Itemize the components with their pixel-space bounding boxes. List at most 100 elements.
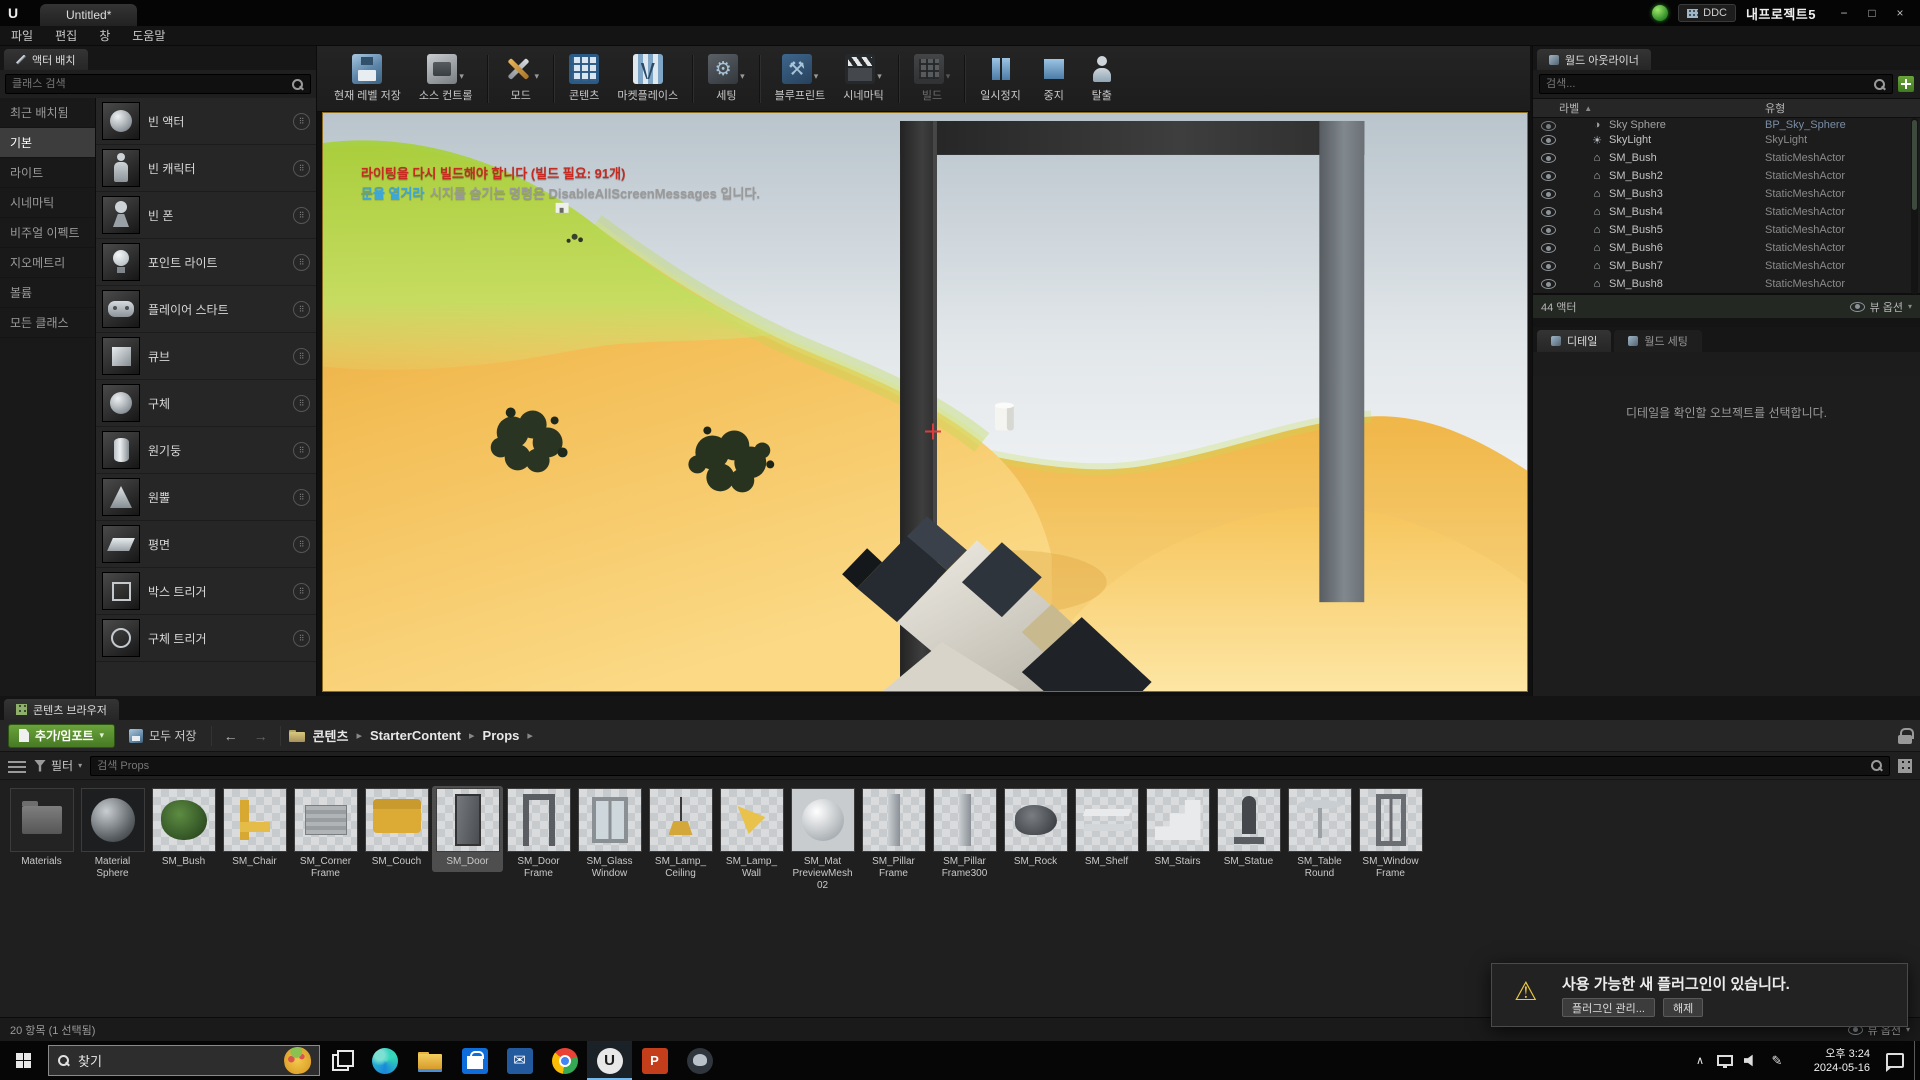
tray-pen-icon[interactable]: ✎	[1764, 1041, 1790, 1080]
visibility-eye-icon[interactable]	[1541, 279, 1556, 289]
class-search-box[interactable]	[5, 74, 311, 94]
manage-plugins-button[interactable]: 플러그인 관리...	[1562, 998, 1655, 1017]
place-actor-item[interactable]: 평면 ⠿	[96, 521, 316, 568]
maximize-button[interactable]: □	[1858, 2, 1886, 24]
outliner-row[interactable]: ⌂ SM_Bush6 StaticMeshActor	[1533, 239, 1920, 257]
sources-panel-toggle-icon[interactable]	[8, 759, 26, 773]
asset-item[interactable]: SM_Rock	[1000, 786, 1071, 872]
game-viewport[interactable]: 라이팅을 다시 빌드해야 합니다 (빌드 필요: 91개) 문을 열거라 시지를…	[322, 112, 1528, 692]
asset-item[interactable]: SM_Table Round	[1284, 786, 1355, 884]
place-category[interactable]: 비주얼 이펙트	[0, 218, 95, 248]
place-actor-item[interactable]: 빈 캐릭터 ⠿	[96, 145, 316, 192]
outliner-row[interactable]: ⌂ SM_Bush5 StaticMeshActor	[1533, 221, 1920, 239]
visibility-eye-icon[interactable]	[1541, 207, 1556, 217]
taskbar-app-chrome[interactable]	[542, 1041, 587, 1080]
menu-item[interactable]: 파일	[0, 26, 44, 46]
place-actor-item[interactable]: 포인트 라이트 ⠿	[96, 239, 316, 286]
taskbar-app-github[interactable]	[677, 1041, 722, 1080]
outliner-row[interactable]: ◑ Sky Sphere BP_Sky_Sphere	[1533, 118, 1920, 131]
asset-item[interactable]: SM_Statue	[1213, 786, 1284, 872]
outliner-row[interactable]: ⌂ SM_Bush StaticMeshActor	[1533, 149, 1920, 167]
taskbar-app-mail[interactable]: ✉	[497, 1041, 542, 1080]
outliner-search-box[interactable]	[1539, 74, 1893, 94]
asset-item[interactable]: SM_Corner Frame	[290, 786, 361, 884]
outliner-row[interactable]: ⌂ SM_Bush8 StaticMeshActor	[1533, 275, 1920, 293]
lock-icon[interactable]	[1898, 728, 1912, 744]
toolbar-button[interactable]: ⚙ ▾ 세팅	[699, 50, 754, 107]
place-actor-item[interactable]: 빈 액터 ⠿	[96, 98, 316, 145]
place-actor-item[interactable]: 원기둥 ⠿	[96, 427, 316, 474]
outliner-row[interactable]: ⌂ SM_Bush4 StaticMeshActor	[1533, 203, 1920, 221]
tab-details[interactable]: 디테일	[1537, 330, 1611, 352]
visibility-eye-icon[interactable]	[1541, 261, 1556, 271]
visibility-eye-icon[interactable]	[1541, 189, 1556, 199]
place-category[interactable]: 볼륨	[0, 278, 95, 308]
asset-item[interactable]: SM_Lamp_ Ceiling	[645, 786, 716, 884]
task-view-button[interactable]	[320, 1041, 362, 1080]
place-actor-item[interactable]: 구체 ⠿	[96, 380, 316, 427]
menu-item[interactable]: 도움말	[121, 26, 176, 46]
taskbar-app-store[interactable]	[452, 1041, 497, 1080]
view-type-icon[interactable]	[1898, 759, 1912, 773]
outliner-search-input[interactable]	[1546, 78, 1873, 90]
level-tab[interactable]: Untitled*	[40, 4, 137, 26]
ddc-button[interactable]: DDC	[1678, 4, 1736, 22]
taskbar-search-box[interactable]: 찾기	[48, 1045, 320, 1076]
asset-item[interactable]: SM_Mat PreviewMesh 02	[787, 786, 858, 896]
tray-volume-icon[interactable]	[1738, 1041, 1764, 1080]
asset-item[interactable]: SM_Lamp_ Wall	[716, 786, 787, 884]
breadcrumb-root[interactable]: 콘텐츠	[313, 726, 349, 745]
place-category[interactable]: 최근 배치됨	[0, 98, 95, 128]
outliner-column-header[interactable]: 라벨▲ 유형	[1533, 98, 1920, 118]
tray-display-icon[interactable]	[1712, 1041, 1738, 1080]
toolbar-button[interactable]: ▾ 빌드	[905, 50, 960, 107]
breadcrumb-startercontent[interactable]: StarterContent	[370, 728, 461, 743]
toolbar-button[interactable]: 마켓플레이스	[608, 50, 687, 107]
back-button[interactable]: ←	[220, 728, 242, 744]
outliner-view-options[interactable]: 뷰 옵션 ▾	[1850, 299, 1912, 315]
taskbar-app-unreal-editor[interactable]: U	[587, 1041, 632, 1080]
taskbar-app-edge[interactable]	[362, 1041, 407, 1080]
place-actor-item[interactable]: 큐브 ⠿	[96, 333, 316, 380]
place-actor-item[interactable]: 원뿔 ⠿	[96, 474, 316, 521]
outliner-row[interactable]: ☀ SkyLight SkyLight	[1533, 131, 1920, 149]
asset-item[interactable]: SM_Door Frame	[503, 786, 574, 884]
asset-item[interactable]: SM_Stairs	[1142, 786, 1213, 872]
asset-item[interactable]: SM_Chair	[219, 786, 290, 872]
save-all-button[interactable]: 모두 저장	[123, 727, 203, 744]
class-search-input[interactable]	[12, 78, 291, 90]
dismiss-button[interactable]: 해제	[1663, 998, 1703, 1017]
toolbar-button[interactable]: ▾ 시네마틱	[834, 50, 892, 107]
visibility-eye-icon[interactable]	[1541, 243, 1556, 253]
toolbar-button[interactable]: 현재 레벨 저장	[325, 50, 410, 107]
place-category[interactable]: 모든 클래스	[0, 308, 95, 338]
breadcrumb-props[interactable]: Props	[483, 728, 520, 743]
asset-item[interactable]: SM_Shelf	[1071, 786, 1142, 872]
menu-item[interactable]: 창	[88, 26, 121, 46]
outliner-scrollbar[interactable]	[1911, 118, 1918, 294]
start-button[interactable]	[0, 1041, 46, 1080]
place-actor-item[interactable]: 구체 트리거 ⠿	[96, 615, 316, 662]
visibility-eye-icon[interactable]	[1541, 171, 1556, 181]
asset-item[interactable]: SM_Glass Window	[574, 786, 645, 884]
menu-item[interactable]: 편집	[44, 26, 88, 46]
toolbar-button[interactable]: ⚒ ▾ 블루프린트	[766, 50, 835, 107]
outliner-row[interactable]: ⌂ SM_Bush3 StaticMeshActor	[1533, 185, 1920, 203]
visibility-eye-icon[interactable]	[1541, 135, 1556, 145]
minimize-button[interactable]: −	[1830, 2, 1858, 24]
tab-place-actors[interactable]: 액터 배치	[4, 49, 88, 70]
forward-button[interactable]: →	[250, 728, 272, 744]
toolbar-button[interactable]: 중지	[1030, 50, 1078, 107]
asset-item[interactable]: SM_Window Frame	[1355, 786, 1426, 884]
toolbar-button[interactable]: ▾ 소스 컨트롤	[410, 50, 482, 107]
asset-item[interactable]: SM_Pillar Frame300	[929, 786, 1000, 884]
asset-item[interactable]: SM_Bush	[148, 786, 219, 872]
place-actor-item[interactable]: 빈 폰 ⠿	[96, 192, 316, 239]
toolbar-button[interactable]: 탈출	[1078, 50, 1126, 107]
asset-item[interactable]: SM_Couch	[361, 786, 432, 872]
filter-button[interactable]: 필터 ▾	[34, 757, 82, 774]
place-actor-item[interactable]: 박스 트리거 ⠿	[96, 568, 316, 615]
taskbar-app-file-explorer[interactable]	[407, 1041, 452, 1080]
outliner-row[interactable]: ⌂ SM_Bush7 StaticMeshActor	[1533, 257, 1920, 275]
asset-search-box[interactable]	[90, 756, 1890, 776]
